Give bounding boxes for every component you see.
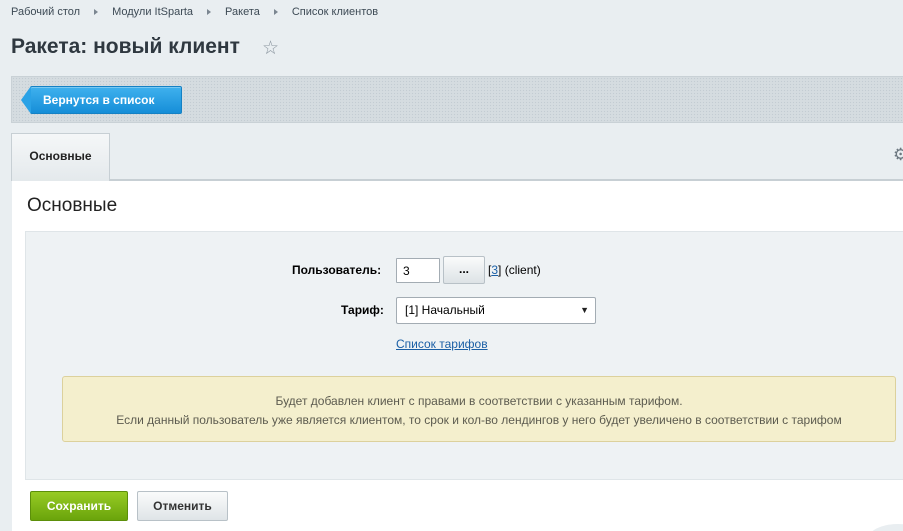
cancel-button[interactable]: Отменить — [137, 491, 228, 521]
tabs-bar — [11, 133, 903, 181]
notice-line-1: Будет добавлен клиент с правами в соотве… — [275, 394, 683, 408]
tariff-label: Тариф: — [341, 303, 384, 317]
user-label: Пользователь: — [292, 263, 382, 277]
breadcrumb-item-clients[interactable]: Список клиентов — [292, 6, 378, 18]
breadcrumb-item-modules[interactable]: Модули ItSparta — [112, 6, 193, 18]
breadcrumb-item-desktop[interactable]: Рабочий стол — [11, 6, 80, 18]
breadcrumb-separator-icon — [273, 9, 278, 15]
user-info-name: ] (client) — [498, 263, 541, 277]
tariff-select[interactable]: [1] Начальный ▼ — [396, 297, 596, 324]
browse-user-button[interactable]: ... — [443, 256, 485, 284]
back-to-list-button[interactable]: Вернутся в список — [21, 86, 182, 114]
user-info: [3] (client) — [488, 263, 541, 277]
page-title: Ракета: новый клиент — [11, 35, 240, 58]
tariff-list-link[interactable]: Список тарифов — [396, 337, 488, 351]
gear-icon[interactable]: ⚙ — [893, 145, 903, 165]
save-button[interactable]: Сохранить — [30, 491, 128, 521]
section-title: Основные — [27, 195, 118, 216]
breadcrumb-separator-icon — [207, 9, 212, 15]
tariff-selected-value: [1] Начальный — [405, 303, 485, 317]
user-input[interactable] — [396, 258, 440, 283]
tab-main[interactable]: Основные — [11, 133, 110, 181]
breadcrumb-separator-icon — [94, 9, 99, 15]
star-icon[interactable]: ☆ — [262, 38, 279, 60]
breadcrumb: Рабочий стол Модули ItSparta Ракета Спис… — [11, 6, 378, 18]
notice-line-2: Если данный пользователь уже является кл… — [116, 413, 842, 427]
chevron-down-icon: ▼ — [580, 305, 589, 315]
breadcrumb-item-raketa[interactable]: Ракета — [225, 6, 260, 18]
info-notice: Будет добавлен клиент с правами в соотве… — [62, 376, 896, 442]
